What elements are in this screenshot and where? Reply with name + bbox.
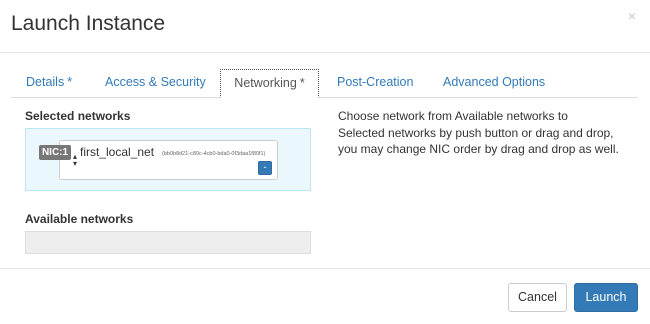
help-line: Selected networks by push button or drag… <box>338 125 614 140</box>
tab-post-creation[interactable]: Post-Creation <box>337 69 413 98</box>
close-icon[interactable]: × <box>625 8 639 24</box>
minus-icon: - <box>263 162 267 172</box>
launch-instance-dialog: Launch Instance × Details * Access & Secu… <box>0 0 650 324</box>
network-name: first_local_net <box>80 145 155 159</box>
tab-access-security[interactable]: Access & Security <box>105 69 206 98</box>
cancel-button[interactable]: Cancel <box>508 283 567 312</box>
dialog-footer: Cancel Launch <box>0 268 650 324</box>
tab-networking-label: Networking <box>234 76 297 90</box>
tab-details-required-marker: * <box>67 75 73 89</box>
tab-bar: Details * Access & Security Networking * P… <box>11 69 638 98</box>
selected-networks-label: Selected networks <box>25 109 131 123</box>
tab-advanced-options-label: Advanced Options <box>443 75 546 89</box>
tab-post-creation-label: Post-Creation <box>337 75 414 89</box>
network-id: (bb0b8d21-c80c-4cb0-bda0-0f3daa1f80f1) <box>162 151 266 157</box>
available-networks-label: Available networks <box>25 212 134 226</box>
tab-access-security-label: Access & Security <box>105 75 206 89</box>
tab-details-label: Details <box>26 75 65 89</box>
sort-handle-icon[interactable]: ▴ ▾ <box>71 153 79 168</box>
remove-network-button[interactable]: - <box>258 161 272 175</box>
help-line: you may change NIC order by drag and dro… <box>338 142 619 156</box>
selected-network-item[interactable]: ▴ ▾ first_local_net (bb0b8d21-c80c-4cb0-b… <box>59 140 278 180</box>
launch-button[interactable]: Launch <box>574 283 638 312</box>
networking-help-text: Choose network from Available networks t… <box>338 108 638 158</box>
available-networks-list[interactable] <box>25 231 311 254</box>
nic-badge: NIC:1 <box>39 145 71 160</box>
dialog-title: Launch Instance <box>11 12 166 35</box>
tab-advanced-options[interactable]: Advanced Options <box>443 69 545 98</box>
tab-networking-required-marker: * <box>299 76 305 90</box>
help-line: Choose network from Available networks t… <box>338 109 568 123</box>
tab-networking[interactable]: Networking * <box>220 69 319 98</box>
dialog-header: Launch Instance × <box>0 0 650 53</box>
tab-details[interactable]: Details * <box>26 69 72 98</box>
